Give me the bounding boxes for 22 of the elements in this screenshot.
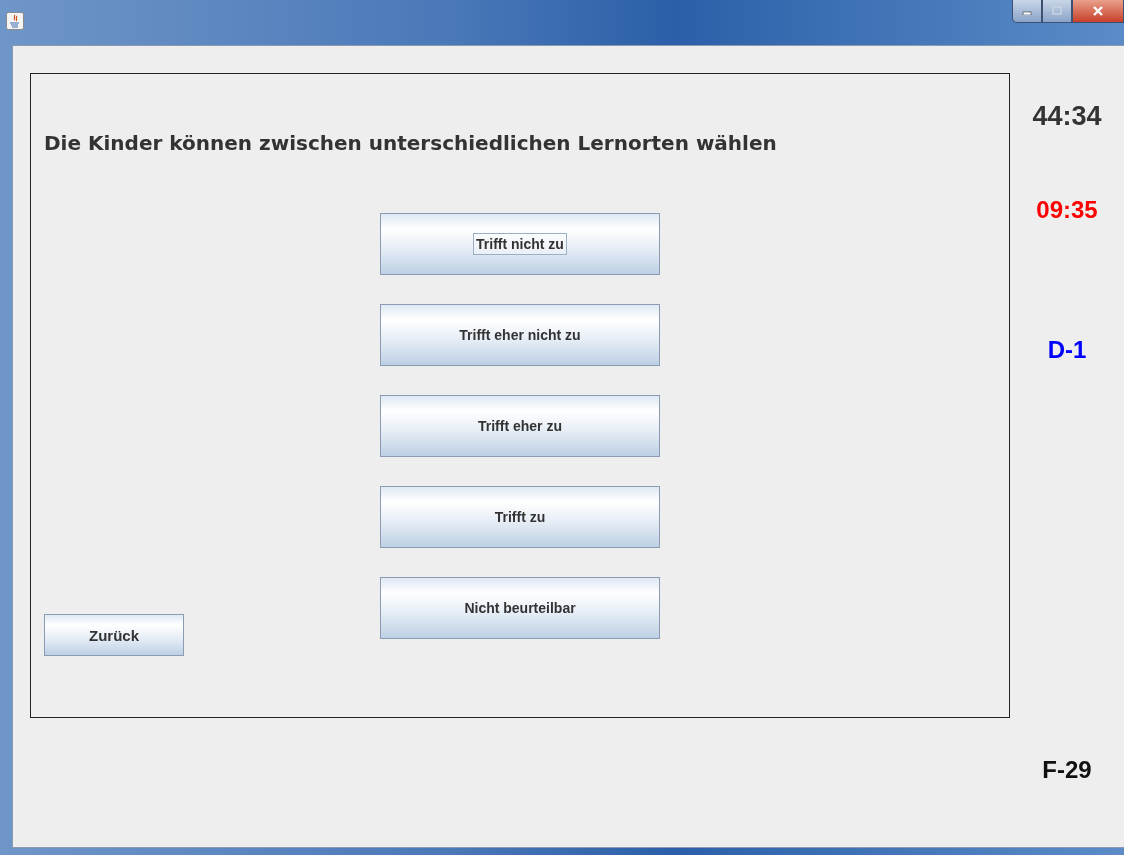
focus-ring: Trifft eher nicht zu bbox=[458, 326, 582, 345]
minimize-button[interactable] bbox=[1012, 0, 1042, 23]
focus-ring: Trifft nicht zu bbox=[473, 233, 567, 255]
question-number: F-29 bbox=[1042, 756, 1092, 784]
total-time: 44:34 bbox=[1032, 101, 1102, 132]
focus-ring: Trifft zu bbox=[493, 508, 547, 527]
answer-button[interactable]: Nicht beurteilbar bbox=[380, 577, 660, 639]
app-icon bbox=[6, 12, 24, 30]
maximize-icon bbox=[1051, 6, 1063, 16]
answer-button[interactable]: Trifft nicht zu bbox=[380, 213, 660, 275]
section-label: D-1 bbox=[1047, 336, 1087, 364]
answer-button[interactable]: Trifft eher nicht zu bbox=[380, 304, 660, 366]
maximize-button[interactable] bbox=[1042, 0, 1072, 23]
focus-ring: Trifft eher zu bbox=[477, 417, 563, 436]
close-icon bbox=[1091, 5, 1105, 17]
remaining-time: 09:35 bbox=[1036, 196, 1098, 224]
back-button[interactable]: Zurück bbox=[44, 614, 184, 656]
answer-button[interactable]: Trifft zu bbox=[380, 486, 660, 548]
close-button[interactable] bbox=[1072, 0, 1124, 23]
answer-button[interactable]: Trifft eher zu bbox=[380, 395, 660, 457]
focus-ring: Nicht beurteilbar bbox=[463, 599, 577, 618]
question-text: Die Kinder können zwischen unterschiedlichen Lernorten wählen bbox=[44, 131, 778, 157]
